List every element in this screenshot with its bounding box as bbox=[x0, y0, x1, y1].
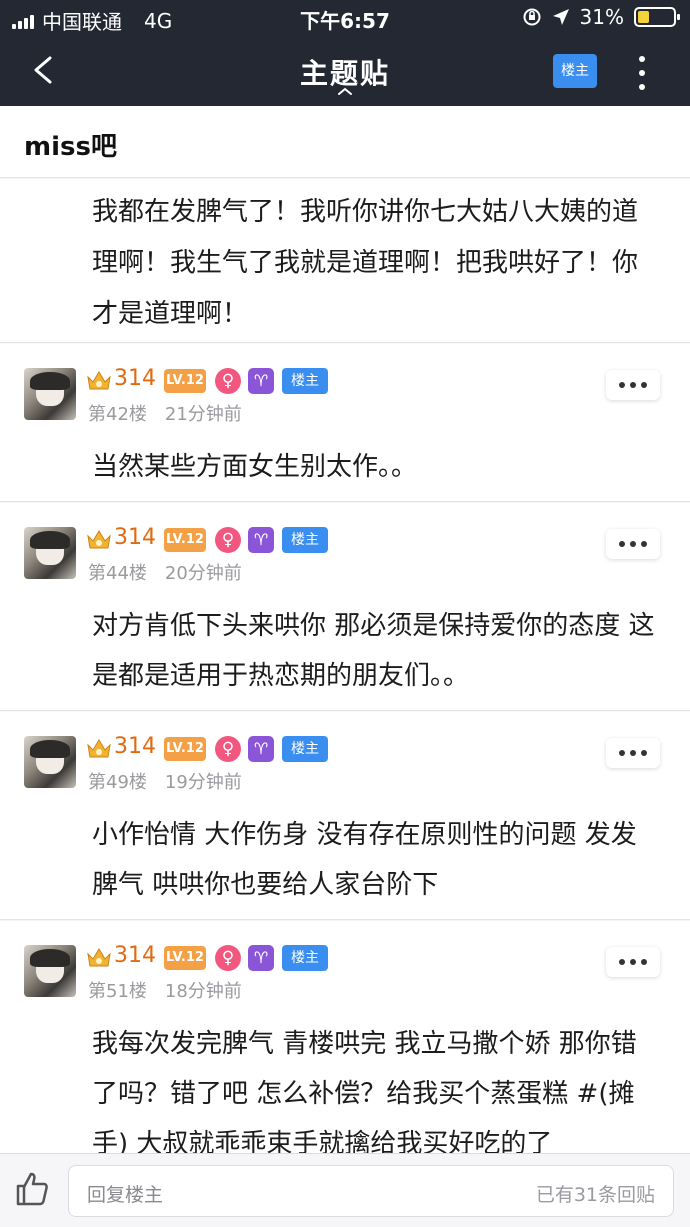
post-text: 对方肯低下头来哄你 那必须是保持爱你的态度 这是都是适用于热恋期的朋友们。。 bbox=[92, 611, 655, 691]
post-time: 20分钟前 bbox=[164, 563, 242, 584]
nav-bar: 主题贴 楼主 bbox=[0, 36, 690, 106]
avatar[interactable] bbox=[24, 945, 76, 997]
level-badge: LV.12 bbox=[164, 528, 206, 552]
post-time: 21分钟前 bbox=[164, 404, 242, 425]
first-post-text: 我都在发脾气了！我听你讲你七大姑八大姨的道理啊！我生气了我就是道理啊！把我哄好了… bbox=[92, 197, 639, 329]
username[interactable]: 314 bbox=[114, 943, 156, 968]
op-badge: 楼主 bbox=[282, 945, 328, 971]
post-meta: 第51楼 18分钟前 bbox=[88, 977, 242, 1003]
op-badge: 楼主 bbox=[282, 527, 328, 553]
first-post-body: 我都在发脾气了！我听你讲你七大姑八大姨的道理啊！我生气了我就是道理啊！把我哄好了… bbox=[0, 179, 690, 343]
crown-icon bbox=[87, 739, 111, 758]
post-time: 19分钟前 bbox=[164, 772, 242, 793]
level-badge: LV.12 bbox=[164, 737, 206, 761]
status-right: 31% bbox=[522, 5, 680, 29]
rotation-lock-icon bbox=[523, 8, 541, 26]
crown-icon bbox=[87, 530, 111, 549]
location-arrow-icon bbox=[552, 9, 569, 25]
floor-number: 第44楼 bbox=[88, 563, 147, 584]
more-options-button[interactable] bbox=[606, 738, 660, 768]
floor-number: 第42楼 bbox=[88, 404, 147, 425]
avatar[interactable] bbox=[24, 368, 76, 420]
aries-icon: ♈ bbox=[248, 368, 274, 394]
post-item: 314 LV.12 ♀ ♈ 楼主 第49楼 19分钟前 小作怡情 大作伤身 没有存… bbox=[0, 712, 690, 920]
avatar[interactable] bbox=[24, 527, 76, 579]
level-badge: LV.12 bbox=[164, 369, 206, 393]
reply-count: 已有31条回贴 bbox=[535, 1184, 655, 1206]
username[interactable]: 314 bbox=[114, 366, 156, 391]
female-icon: ♀ bbox=[215, 945, 241, 971]
username[interactable]: 314 bbox=[114, 525, 156, 550]
post-meta: 第44楼 20分钟前 bbox=[88, 559, 242, 585]
floor-number: 第49楼 bbox=[88, 772, 147, 793]
more-vertical-icon[interactable] bbox=[636, 56, 648, 90]
post-text: 我每次发完脾气 青楼哄完 我立马撒个娇 那你错了吗？错了吧 怎么补偿？给我买个蒸… bbox=[92, 1029, 637, 1159]
thumbs-up-icon[interactable] bbox=[14, 1170, 50, 1208]
female-icon: ♀ bbox=[215, 527, 241, 553]
battery-percent: 31% bbox=[579, 5, 624, 29]
post-time: 18分钟前 bbox=[164, 981, 242, 1002]
op-badge: 楼主 bbox=[282, 368, 328, 394]
op-badge: 楼主 bbox=[282, 736, 328, 762]
bottom-bar: 回复楼主 已有31条回贴 bbox=[0, 1153, 690, 1227]
only-op-button[interactable]: 楼主 bbox=[553, 54, 597, 88]
aries-icon: ♈ bbox=[248, 736, 274, 762]
avatar[interactable] bbox=[24, 736, 76, 788]
post-text: 小作怡情 大作伤身 没有存在原则性的问题 发发脾气 哄哄你也要给人家台阶下 bbox=[92, 820, 637, 900]
reply-input[interactable]: 回复楼主 已有31条回贴 bbox=[68, 1165, 674, 1217]
username[interactable]: 314 bbox=[114, 734, 156, 759]
status-bar: 中国联通 4G 下午6:57 31% bbox=[0, 0, 690, 36]
forum-header: miss吧 bbox=[0, 106, 690, 178]
post-item: 314 LV.12 ♀ ♈ 楼主 第42楼 21分钟前 当然某些方面女生别太作。。 bbox=[0, 344, 690, 502]
reply-placeholder: 回复楼主 bbox=[87, 1184, 164, 1206]
crown-icon bbox=[87, 371, 111, 390]
post-text: 当然某些方面女生别太作。。 bbox=[92, 452, 418, 482]
aries-icon: ♈ bbox=[248, 945, 274, 971]
floor-number: 第51楼 bbox=[88, 981, 147, 1002]
level-badge: LV.12 bbox=[164, 946, 206, 970]
aries-icon: ♈ bbox=[248, 527, 274, 553]
post-item: 314 LV.12 ♀ ♈ 楼主 第51楼 18分钟前 我每次发完脾气 青楼哄完 … bbox=[0, 921, 690, 1159]
post-item: 314 LV.12 ♀ ♈ 楼主 第44楼 20分钟前 对方肯低下头来哄你 那必须… bbox=[0, 503, 690, 711]
female-icon: ♀ bbox=[215, 736, 241, 762]
more-options-button[interactable] bbox=[606, 529, 660, 559]
more-options-button[interactable] bbox=[606, 370, 660, 400]
post-meta: 第42楼 21分钟前 bbox=[88, 400, 242, 426]
forum-name[interactable]: miss吧 bbox=[24, 126, 117, 163]
post-meta: 第49楼 19分钟前 bbox=[88, 768, 242, 794]
caret-up-icon[interactable] bbox=[336, 86, 354, 96]
crown-icon bbox=[87, 948, 111, 967]
battery-icon bbox=[634, 7, 680, 27]
battery-fill bbox=[638, 11, 649, 23]
female-icon: ♀ bbox=[215, 368, 241, 394]
more-options-button[interactable] bbox=[606, 947, 660, 977]
